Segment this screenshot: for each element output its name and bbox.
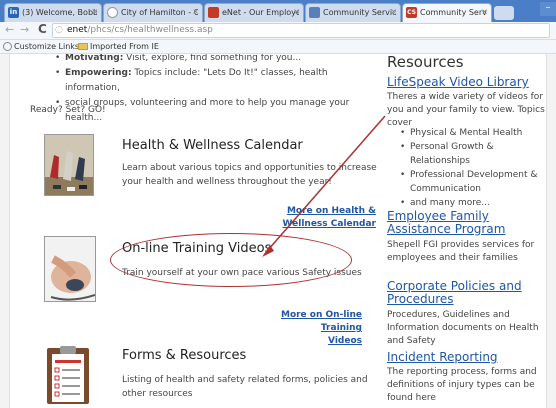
globe-icon	[3, 42, 12, 51]
efap-text: Shepell FGI provides services for employ…	[387, 240, 535, 263]
linkedin-icon: in	[8, 7, 19, 18]
policies-text: Procedures, Guidelines and Information d…	[387, 310, 539, 346]
link-line: Corporate Policies and	[387, 279, 522, 293]
close-icon[interactable]: ×	[91, 7, 98, 16]
folder-icon	[78, 43, 88, 50]
incident-link[interactable]: Incident Reporting	[387, 351, 498, 364]
page-icon: ◌	[55, 25, 63, 35]
resources-heading: Resources	[387, 54, 464, 71]
cs-icon: CS	[406, 7, 417, 18]
tab-community-services[interactable]: Community Services Depa ×	[305, 3, 401, 22]
new-tab-button[interactable]	[494, 6, 514, 20]
tab-label: eNet - Our Employee's Int	[222, 8, 299, 17]
lifespeak-text: Theres a wide variety of videos for you …	[387, 92, 545, 128]
reload-icon[interactable]: C	[38, 22, 47, 36]
tab-city-hamilton[interactable]: City of Hamilton - Official ×	[103, 3, 203, 22]
address-bar[interactable]: ◌ enet/phcs/cs/healthwellness.asp	[52, 23, 550, 38]
close-icon[interactable]: ×	[481, 7, 488, 16]
bookmark-customize-links[interactable]: Customize Links	[3, 42, 79, 51]
tab-enet[interactable]: eNet - Our Employee's Int ×	[204, 3, 304, 22]
tab-bar: in (3) Welcome, Bobbie! | Lin × City of …	[0, 0, 556, 22]
community-icon	[309, 7, 320, 18]
tab-label: City of Hamilton - Official	[121, 8, 198, 17]
bookmark-imported-ie[interactable]: Imported From IE	[78, 42, 159, 51]
list-item: Personal Growth & Relationships	[400, 140, 550, 168]
tab-label: (3) Welcome, Bobbie! | Lin	[22, 8, 97, 17]
tab-community-health[interactable]: CS Community Services Healt ×	[402, 3, 492, 22]
list-item: Professional Development & Communication	[400, 168, 550, 196]
tab-linkedin[interactable]: in (3) Welcome, Bobbie! | Lin ×	[4, 3, 102, 22]
bookmarks-bar: Customize Links Imported From IE	[0, 40, 556, 54]
back-icon[interactable]: ←	[5, 23, 14, 36]
close-icon[interactable]: ×	[192, 7, 199, 16]
url-host: enet	[67, 25, 88, 35]
link-line: Assistance Program	[387, 222, 506, 236]
url-path: /phcs/cs/healthwellness.asp	[87, 25, 213, 35]
lifespeak-link[interactable]: LifeSpeak Video Library	[387, 76, 529, 89]
lifespeak-topics: Physical & Mental Health Personal Growth…	[400, 126, 550, 210]
efap-link[interactable]: Employee Family Assistance Program	[387, 210, 505, 236]
enet-icon	[208, 7, 219, 18]
tab-label: Community Services Healt	[420, 8, 487, 17]
forward-icon[interactable]: →	[20, 23, 29, 36]
minimize-button[interactable]: –	[540, 2, 556, 16]
link-line: Employee Family	[387, 209, 489, 223]
close-icon[interactable]: ×	[293, 7, 300, 16]
incident-text: The reporting process, forms and definit…	[387, 367, 537, 403]
toolbar: ← → C ◌ enet/phcs/cs/healthwellness.asp	[0, 22, 556, 40]
list-item: and many more...	[400, 196, 550, 210]
globe-icon	[107, 7, 118, 18]
close-icon[interactable]: ×	[390, 7, 397, 16]
link-line: Procedures	[387, 292, 454, 306]
tab-label: Community Services Depa	[323, 8, 396, 17]
list-item: Physical & Mental Health	[400, 126, 550, 140]
page-content: Motivating: Visit, explore, find somethi…	[0, 54, 556, 408]
bookmark-label: Imported From IE	[90, 42, 159, 51]
policies-link[interactable]: Corporate Policies and Procedures	[387, 280, 522, 306]
bookmark-label: Customize Links	[14, 42, 80, 51]
